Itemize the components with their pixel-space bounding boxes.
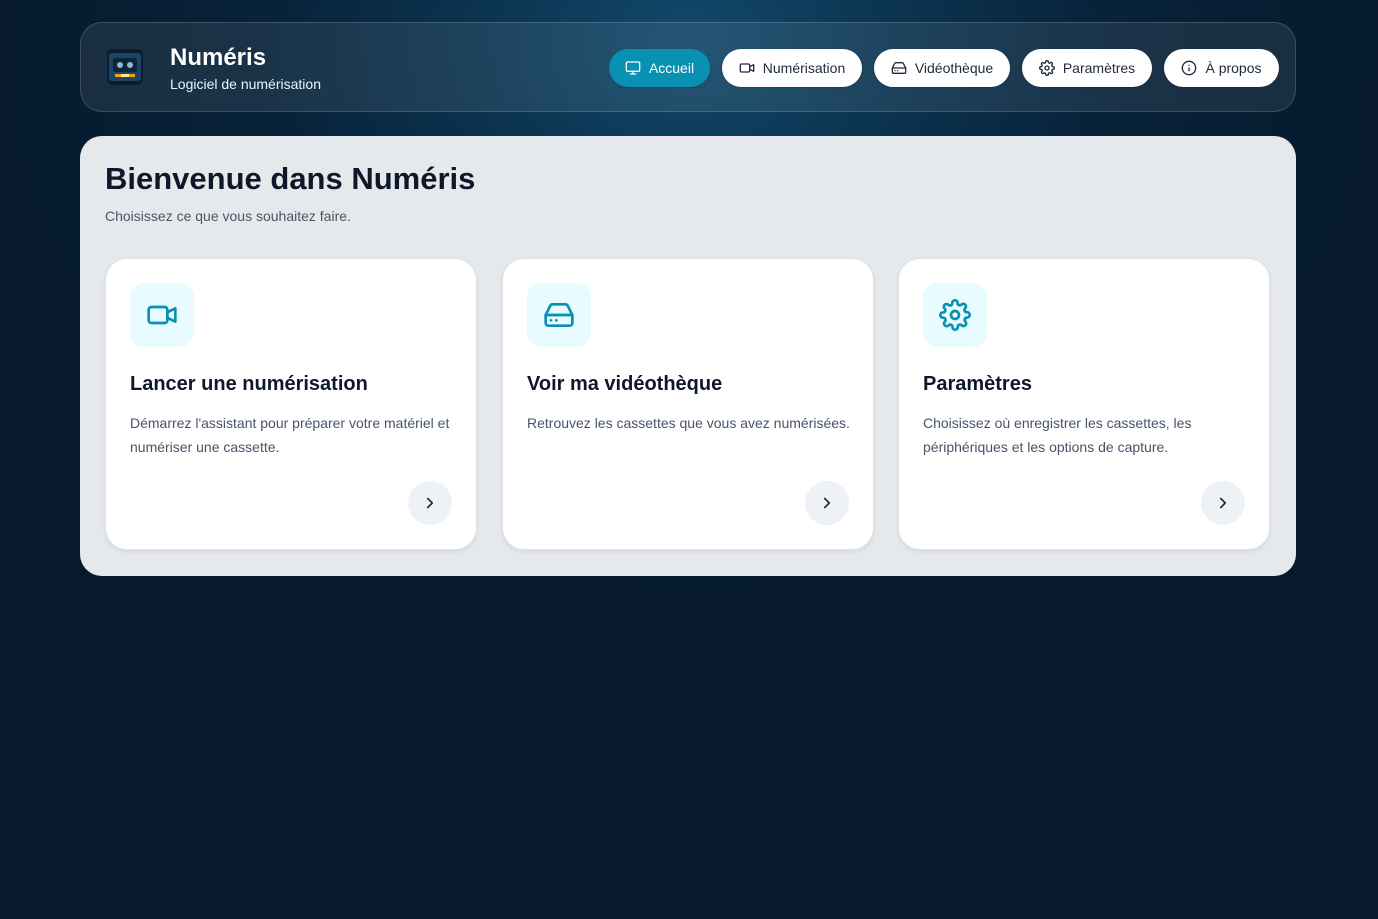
- card-arrow-button[interactable]: [1201, 481, 1245, 525]
- card-icon-wrapper: [527, 283, 591, 347]
- video-camera-icon: [147, 305, 177, 325]
- hard-drive-icon: [891, 62, 907, 74]
- app-header: Numéris Logiciel de numérisation Accueil…: [80, 22, 1296, 112]
- nav-numerisation-label: Numérisation: [762, 60, 846, 76]
- card-start-digitization[interactable]: Lancer une numérisation Démarrez l'assis…: [105, 258, 477, 550]
- info-icon: [1182, 60, 1197, 76]
- app-logo-icon: [107, 49, 143, 85]
- monitor-icon: [625, 61, 641, 75]
- card-arrow-button[interactable]: [408, 481, 452, 525]
- card-description: Retrouvez les cassettes que vous avez nu…: [527, 415, 850, 431]
- card-title: Voir ma vidéothèque: [527, 373, 723, 395]
- card-icon-wrapper: [923, 283, 987, 347]
- hard-drive-icon: [544, 303, 574, 327]
- nav-accueil-button[interactable]: Accueil: [609, 49, 710, 87]
- nav-accueil-label: Accueil: [648, 60, 695, 76]
- card-title: Paramètres: [923, 373, 1032, 395]
- chevron-right-icon: [1219, 497, 1227, 509]
- gear-icon: [939, 299, 971, 331]
- app-title: Numéris: [170, 44, 267, 71]
- nav-videotheque-button[interactable]: Vidéothèque: [874, 49, 1010, 87]
- card-description: Choisissez où enregistrer les cassettes,…: [923, 415, 1192, 455]
- chevron-right-icon: [426, 497, 434, 509]
- video-camera-icon: [739, 63, 755, 73]
- nav-apropos-button[interactable]: À propos: [1164, 49, 1279, 87]
- welcome-panel: Bienvenue dans Numéris Choisissez ce que…: [80, 136, 1296, 576]
- app-subtitle: Logiciel de numérisation: [170, 76, 321, 92]
- card-settings[interactable]: Paramètres Choisissez où enregistrer les…: [898, 258, 1270, 550]
- card-title: Lancer une numérisation: [130, 373, 368, 395]
- card-video-library[interactable]: Voir ma vidéothèque Retrouvez les casset…: [502, 258, 874, 550]
- card-icon-wrapper: [130, 283, 194, 347]
- card-arrow-button[interactable]: [805, 481, 849, 525]
- nav-apropos-label: À propos: [1205, 60, 1262, 76]
- chevron-right-icon: [823, 497, 831, 509]
- nav-numerisation-button[interactable]: Numérisation: [722, 49, 862, 87]
- card-description: Démarrez l'assistant pour préparer votre…: [130, 415, 450, 455]
- nav-parametres-button[interactable]: Paramètres: [1022, 49, 1152, 87]
- nav-parametres-label: Paramètres: [1062, 60, 1136, 76]
- page-title: Bienvenue dans Numéris: [105, 161, 476, 196]
- main-nav: Accueil Numérisation Vidéothèque Paramèt…: [609, 49, 1279, 87]
- gear-icon: [1038, 60, 1055, 76]
- page-subtitle: Choisissez ce que vous souhaitez faire.: [105, 208, 351, 224]
- nav-videotheque-label: Vidéothèque: [914, 60, 994, 76]
